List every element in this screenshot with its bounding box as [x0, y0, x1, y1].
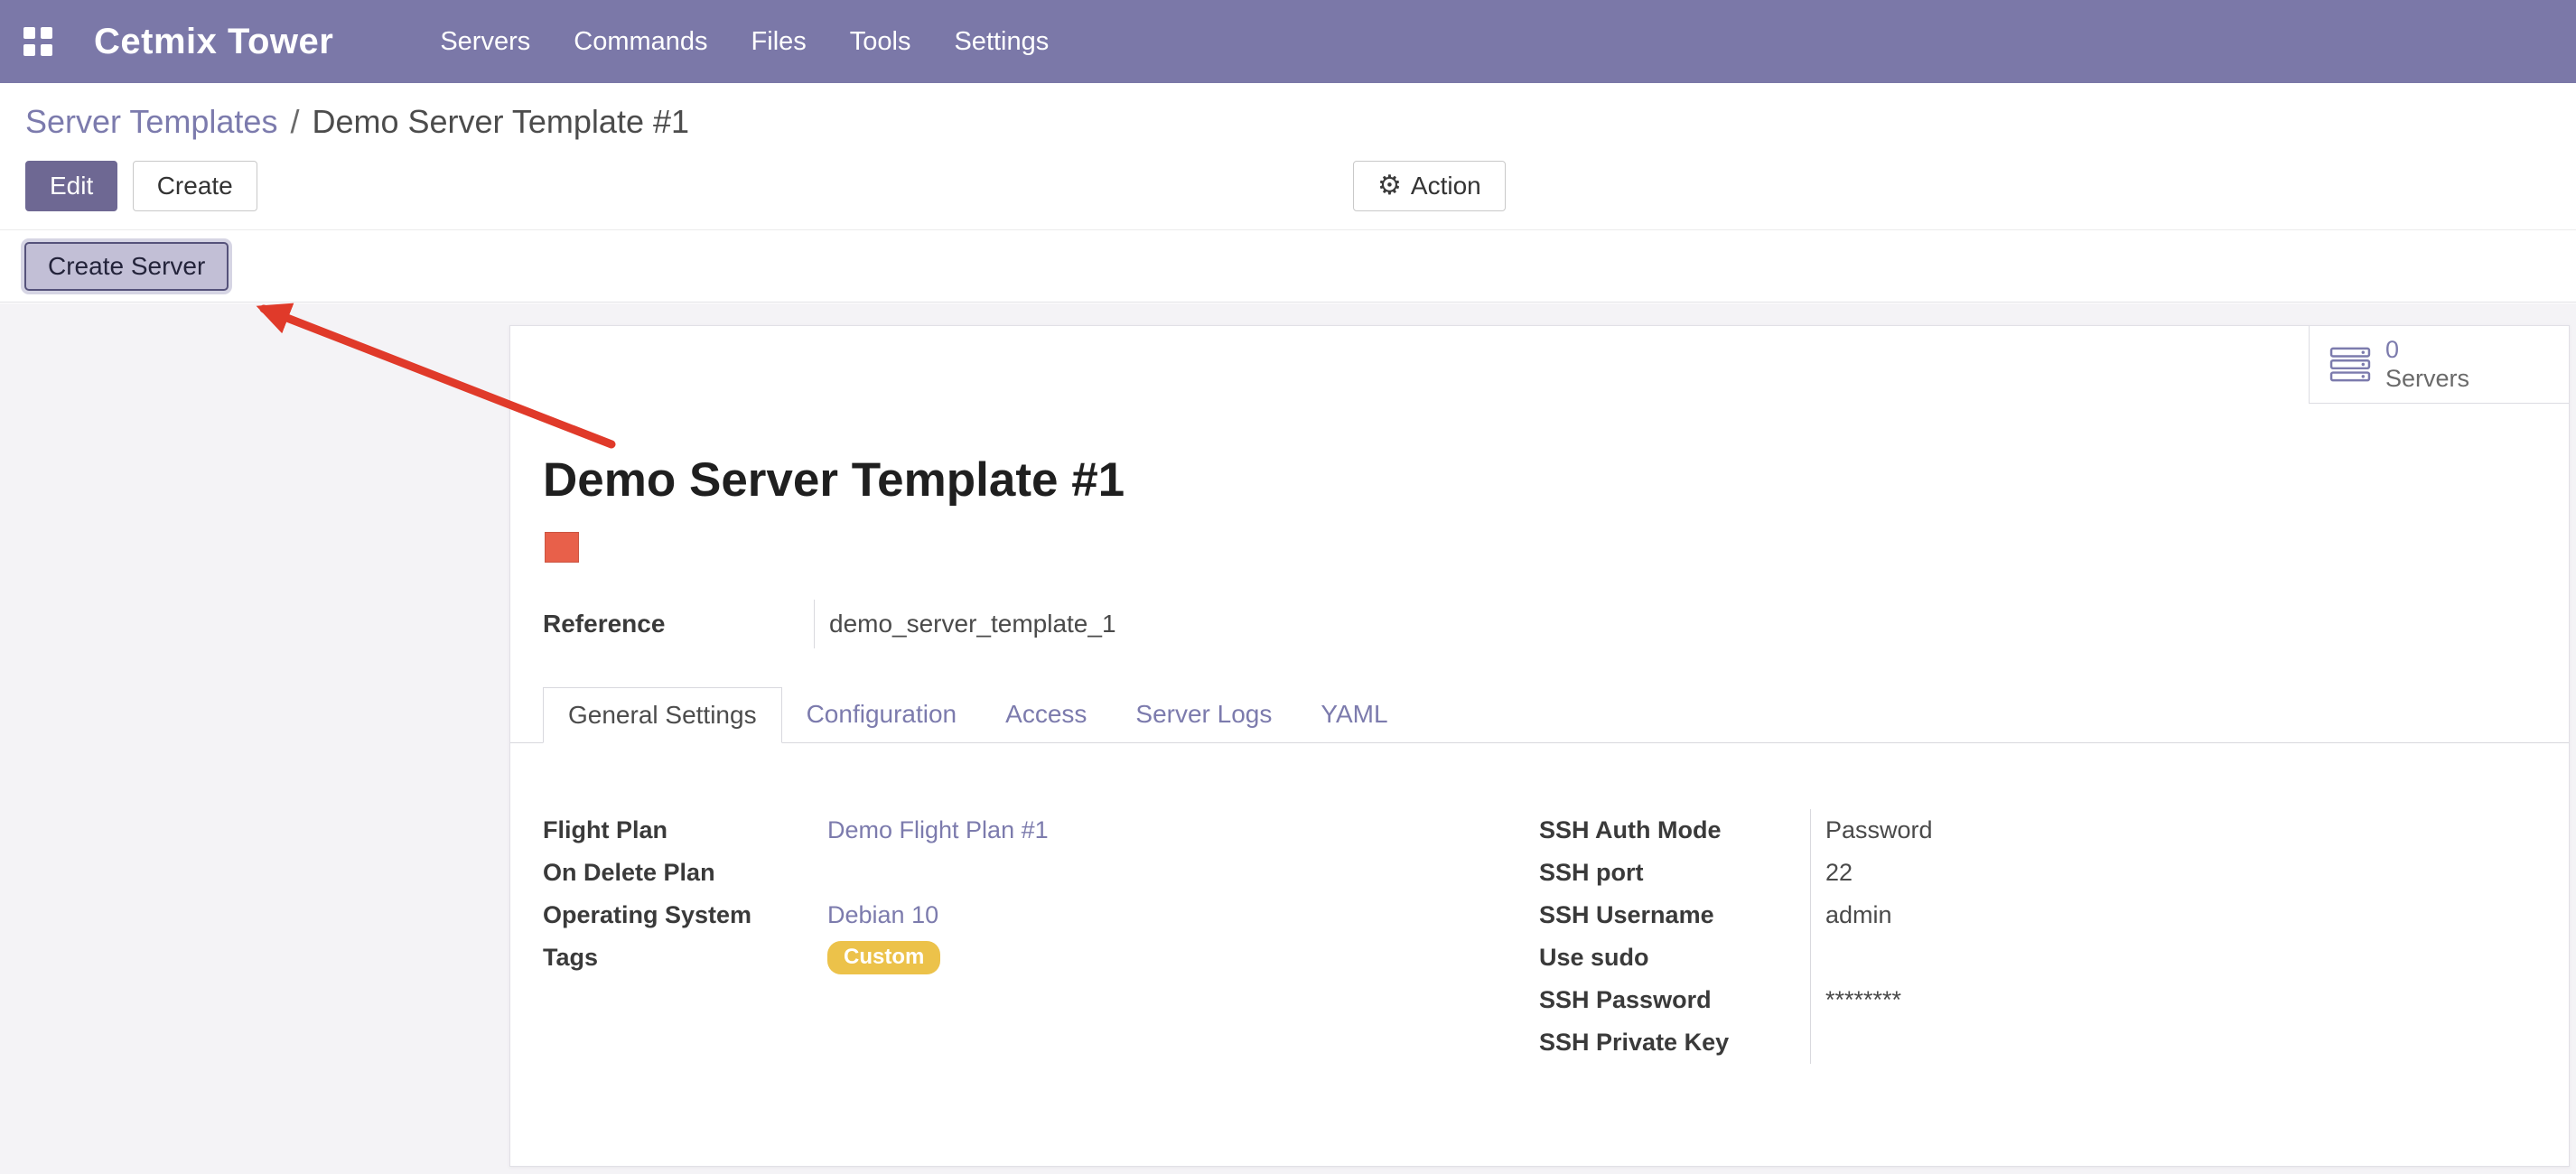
create-button[interactable]: Create: [133, 161, 257, 211]
create-server-button[interactable]: Create Server: [24, 242, 229, 291]
tab-general-settings[interactable]: General Settings: [543, 687, 782, 743]
field-label-ssh-private-key: SSH Private Key: [1539, 1029, 1810, 1057]
nav-item-tools[interactable]: Tools: [848, 22, 913, 62]
field-label-ssh-auth-mode: SSH Auth Mode: [1539, 816, 1810, 844]
field-label-ssh-password: SSH Password: [1539, 986, 1810, 1014]
tab-access[interactable]: Access: [981, 687, 1111, 742]
notebook-tabs: General Settings Configuration Access Se…: [510, 687, 2569, 743]
field-groups: Flight Plan Demo Flight Plan #1 On Delet…: [543, 809, 2533, 1064]
reference-label: Reference: [543, 600, 814, 648]
servers-label: Servers: [2385, 365, 2469, 393]
tag-custom[interactable]: Custom: [827, 941, 940, 974]
field-value-ssh-password: ********: [1810, 979, 2533, 1021]
field-label-use-sudo: Use sudo: [1539, 944, 1810, 972]
tab-configuration[interactable]: Configuration: [782, 687, 982, 742]
servers-stat-button[interactable]: 0 Servers: [2309, 326, 2569, 404]
breadcrumb-server-templates[interactable]: Server Templates: [25, 103, 277, 141]
gear-icon: ⚙: [1377, 172, 1402, 200]
reference-value: demo_server_template_1: [814, 600, 1116, 648]
field-label-ssh-port: SSH port: [1539, 859, 1810, 887]
breadcrumb: Server Templates / Demo Server Template …: [0, 83, 2576, 161]
apps-grid-icon[interactable]: [23, 27, 52, 56]
servers-stat-text: 0 Servers: [2385, 336, 2469, 392]
field-group-left: Flight Plan Demo Flight Plan #1 On Delet…: [543, 809, 1539, 1064]
field-value-ssh-private-key: [1810, 1021, 2533, 1064]
content-area: 0 Servers Demo Server Template #1 Refere…: [0, 303, 2576, 1174]
field-value-on-delete-plan: [827, 852, 1539, 894]
page-title: Demo Server Template #1: [543, 452, 1125, 508]
field-value-ssh-port: 22: [1810, 852, 2533, 894]
form-sheet: 0 Servers Demo Server Template #1 Refere…: [509, 325, 2570, 1167]
field-label-tags: Tags: [543, 944, 827, 972]
field-group-right: SSH Auth Mode Password SSH port 22 SSH U…: [1539, 809, 2533, 1064]
action-button-label: Action: [1411, 172, 1481, 200]
nav-item-commands[interactable]: Commands: [572, 22, 709, 62]
servers-count: 0: [2385, 336, 2469, 364]
action-button[interactable]: ⚙ Action: [1353, 161, 1506, 211]
field-value-ssh-auth-mode: Password: [1810, 809, 2533, 852]
tab-yaml[interactable]: YAML: [1296, 687, 1412, 742]
nav-item-servers[interactable]: Servers: [438, 22, 532, 62]
field-value-ssh-username: admin: [1810, 894, 2533, 936]
tab-server-logs[interactable]: Server Logs: [1111, 687, 1296, 742]
breadcrumb-separator: /: [290, 103, 299, 141]
field-label-operating-system: Operating System: [543, 901, 827, 929]
control-panel: Edit Create ⚙ Action: [0, 161, 2576, 229]
field-value-flight-plan[interactable]: Demo Flight Plan #1: [827, 816, 1049, 844]
nav-item-files[interactable]: Files: [750, 22, 808, 62]
nav-item-settings[interactable]: Settings: [952, 22, 1050, 62]
field-value-use-sudo: [1810, 936, 2533, 979]
field-label-flight-plan: Flight Plan: [543, 816, 827, 844]
reference-row: Reference demo_server_template_1: [543, 600, 1116, 648]
form-statusbar: Create Server: [0, 229, 2576, 303]
field-value-operating-system[interactable]: Debian 10: [827, 901, 938, 929]
app-brand[interactable]: Cetmix Tower: [94, 22, 333, 62]
server-icon: [2329, 347, 2371, 383]
main-menu: Servers Commands Files Tools Settings: [438, 22, 1050, 62]
edit-button[interactable]: Edit: [25, 161, 117, 211]
breadcrumb-current: Demo Server Template #1: [312, 103, 689, 141]
field-label-ssh-username: SSH Username: [1539, 901, 1810, 929]
field-label-on-delete-plan: On Delete Plan: [543, 859, 827, 887]
color-swatch[interactable]: [545, 532, 579, 563]
top-navbar: Cetmix Tower Servers Commands Files Tool…: [0, 0, 2576, 83]
